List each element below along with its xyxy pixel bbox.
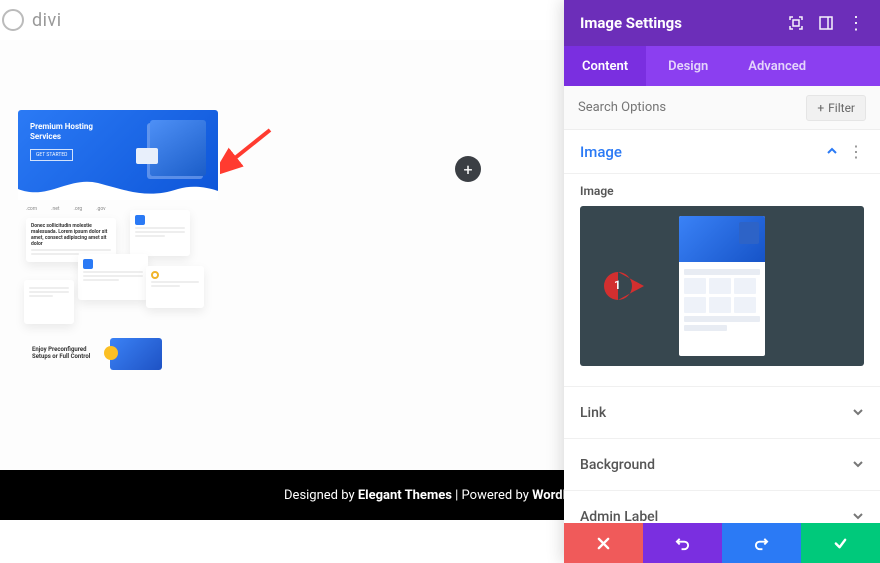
mock-hero-button: GET STARTED <box>30 149 73 161</box>
marker-number: 1 <box>614 278 621 292</box>
field-label: Image <box>580 184 864 198</box>
mock-hero-title: Premium Hosting Services <box>30 122 100 141</box>
redo-button[interactable] <box>722 523 801 563</box>
mock-domain: .com <box>26 206 37 212</box>
section-title: Image <box>580 143 826 161</box>
mock-card-text: Donec sollicitudin molestie malesuada. L… <box>31 223 111 247</box>
footer-brand[interactable]: Elegant Themes <box>358 488 452 503</box>
filter-button[interactable]: + Filter <box>806 95 866 121</box>
tab-advanced[interactable]: Advanced <box>730 46 824 86</box>
mock-card <box>24 280 74 324</box>
mock-domain: .net <box>51 206 59 212</box>
mock-hero: Premium Hosting Services GET STARTED <box>18 110 218 200</box>
mock-hero-illustration <box>150 120 206 176</box>
kebab-icon[interactable]: ⋮ <box>848 148 864 156</box>
expand-icon[interactable] <box>788 15 804 31</box>
filter-label: Filter <box>828 101 855 115</box>
chevron-down-icon <box>852 507 864 523</box>
tab-content[interactable]: Content <box>564 46 646 86</box>
image-module-preview[interactable]: Premium Hosting Services GET STARTED .co… <box>18 110 218 370</box>
mock-wave <box>18 171 218 200</box>
section-link-header[interactable]: Link <box>564 387 880 439</box>
section-admin-label-header[interactable]: Admin Label <box>564 491 880 523</box>
footer-powered: | Powered by <box>452 488 532 503</box>
annotation-marker: 1 <box>604 272 644 300</box>
section-title: Link <box>580 405 852 421</box>
mock-footer-image <box>110 338 162 370</box>
section-image-header[interactable]: Image ⋮ <box>564 130 880 174</box>
plus-icon: + <box>463 160 472 179</box>
chevron-down-icon <box>852 455 864 474</box>
mock-footer: Enjoy Preconfigured Setups or Full Contr… <box>18 338 218 370</box>
mock-card <box>78 254 148 300</box>
divi-logo-icon <box>2 9 24 31</box>
settings-panel: Image Settings ⋮ Content Design Advanced… <box>564 0 880 563</box>
mock-footer-text: Enjoy Preconfigured Setups or Full Contr… <box>32 347 102 360</box>
section-background-header[interactable]: Background <box>564 439 880 491</box>
mock-card <box>130 210 190 256</box>
section-title: Background <box>580 457 852 473</box>
mock-cards: Donec sollicitudin molestie malesuada. L… <box>18 218 218 318</box>
panel-title: Image Settings <box>580 14 774 32</box>
add-module-button[interactable]: + <box>455 156 481 182</box>
annotation-arrow-icon <box>220 120 280 180</box>
snap-icon[interactable] <box>818 15 834 31</box>
panel-header[interactable]: Image Settings ⋮ <box>564 0 880 46</box>
mock-card <box>146 266 204 308</box>
plus-icon: + <box>817 101 824 115</box>
search-row: + Filter <box>564 86 880 130</box>
tab-design[interactable]: Design <box>646 46 730 86</box>
panel-tabs: Content Design Advanced <box>564 46 880 86</box>
undo-button[interactable] <box>643 523 722 563</box>
chevron-down-icon <box>852 403 864 422</box>
kebab-icon[interactable]: ⋮ <box>848 15 864 31</box>
image-thumbnail <box>679 216 765 356</box>
chevron-up-icon <box>826 142 838 161</box>
mock-domain: .gov <box>96 206 105 212</box>
discard-button[interactable] <box>564 523 643 563</box>
footer-designed: Designed by <box>284 488 358 503</box>
search-input[interactable] <box>578 100 806 115</box>
logo-text: divi <box>32 10 62 31</box>
collapsed-sections: Link Background Admin Label <box>564 387 880 523</box>
panel-action-bar <box>564 523 880 563</box>
mock-domain: .org <box>74 206 83 212</box>
section-title: Admin Label <box>580 509 852 524</box>
section-image-body: Image 1 <box>564 174 880 387</box>
image-upload-well[interactable]: 1 <box>580 206 864 366</box>
save-button[interactable] <box>801 523 880 563</box>
